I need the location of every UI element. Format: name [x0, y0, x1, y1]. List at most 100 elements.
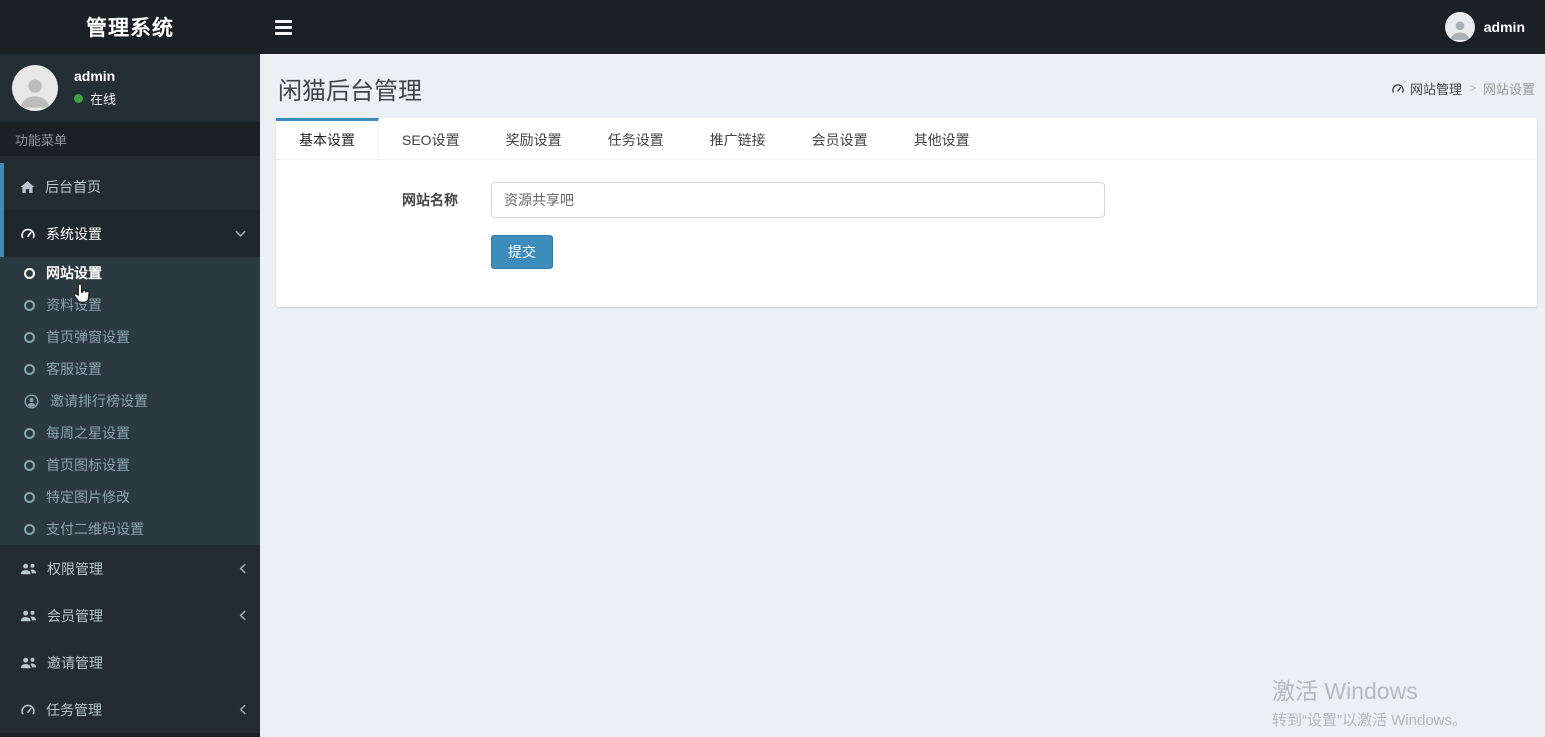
windows-activation-watermark: 激活 Windows 转到“设置”以激活 Windows。: [1272, 672, 1467, 730]
circle-icon: [24, 459, 35, 471]
person-icon: [20, 79, 50, 108]
submenu-item-invite-ranking-settings[interactable]: 邀请排行榜设置: [0, 385, 260, 417]
system-settings-submenu: 网站设置 资料设置 首页弹窗设置 客服设置 邀请排行榜设置 每周之星设置 首页图…: [0, 257, 260, 545]
site-name-input[interactable]: [491, 182, 1105, 218]
submit-button[interactable]: 提交: [491, 235, 553, 269]
tab-task-settings[interactable]: 任务设置: [585, 118, 687, 159]
menu-section-header: 功能菜单: [0, 122, 260, 156]
circle-icon: [24, 331, 35, 343]
settings-card: 基本设置 SEO设置 奖励设置 任务设置 推广链接 会员设置 其他设置 网站名称…: [276, 118, 1537, 307]
sidebar-item-permission-management[interactable]: 权限管理: [0, 545, 260, 592]
submenu-item-specific-image-edit[interactable]: 特定图片修改: [0, 481, 260, 513]
user-status: 在线: [74, 89, 116, 108]
tab-other-settings[interactable]: 其他设置: [891, 118, 993, 159]
sidebar-item-label: 任务管理: [46, 701, 102, 718]
sidebar-item-label: 权限管理: [47, 560, 103, 577]
chevron-down-icon: [235, 230, 246, 238]
breadcrumb-separator: >: [1468, 81, 1476, 95]
sidebar-item-label: 邀请管理: [47, 654, 103, 671]
person-icon: [1450, 21, 1469, 40]
submenu-item-site-settings[interactable]: 网站设置: [0, 257, 260, 289]
watermark-subtitle: 转到“设置”以激活 Windows。: [1272, 712, 1468, 729]
sidebar-item-member-management[interactable]: 会员管理: [0, 592, 260, 639]
circle-icon: [24, 363, 35, 375]
submenu-item-label: 首页弹窗设置: [46, 329, 130, 345]
submenu-item-customer-service-settings[interactable]: 客服设置: [0, 353, 260, 385]
breadcrumb-current: 网站设置: [1482, 81, 1535, 97]
submenu-item-home-icon-settings[interactable]: 首页图标设置: [0, 449, 260, 481]
sidebar-item-label: 会员管理: [47, 607, 103, 624]
sidebar-item-label: 系统设置: [46, 225, 102, 242]
submenu-item-label: 邀请排行榜设置: [50, 393, 148, 409]
tab-seo-settings[interactable]: SEO设置: [379, 118, 483, 159]
sidebar-user-panel: admin 在线: [0, 54, 260, 122]
sidebar-item-system-settings[interactable]: 系统设置: [0, 210, 260, 257]
dashboard-icon: [1392, 83, 1404, 93]
submenu-item-profile-settings[interactable]: 资料设置: [0, 289, 260, 321]
users-icon: [20, 610, 37, 621]
submenu-item-weekly-star-settings[interactable]: 每周之星设置: [0, 417, 260, 449]
user-menu[interactable]: admin: [1425, 0, 1545, 54]
site-name-form-row: 网站名称: [276, 182, 1537, 218]
dashboard-icon: [21, 228, 35, 239]
user-avatar-icon: [1444, 12, 1475, 42]
breadcrumb-parent-label: 网站管理: [1409, 81, 1462, 97]
sidebar-toggle-button[interactable]: [260, 0, 306, 54]
circle-icon: [24, 491, 35, 503]
tab-basic-settings[interactable]: 基本设置: [276, 118, 379, 159]
circle-icon: [24, 267, 35, 279]
sidebar-menu: 后台首页 系统设置 网站设置 资料设置 首页弹窗设置 客服设置 邀请排行榜设置 …: [0, 156, 260, 733]
sidebar-username: admin: [74, 68, 116, 84]
topbar: 管理系统 admin: [0, 0, 1545, 54]
hamburger-icon: [274, 31, 292, 35]
circle-icon: [24, 299, 35, 311]
users-icon: [20, 657, 37, 668]
app-title: 管理系统: [86, 17, 174, 40]
sidebar-item-home[interactable]: 后台首页: [0, 163, 260, 210]
chevron-left-icon: [239, 704, 246, 715]
sidebar-footer-strip: [0, 733, 260, 737]
sidebar-avatar-icon: [12, 65, 58, 111]
users-icon: [20, 563, 37, 574]
submenu-item-label: 网站设置: [46, 265, 102, 281]
settings-tabbar: 基本设置 SEO设置 奖励设置 任务设置 推广链接 会员设置 其他设置: [276, 118, 1537, 160]
submenu-item-payment-qrcode-settings[interactable]: 支付二维码设置: [0, 513, 260, 545]
sidebar-item-label: 后台首页: [45, 178, 101, 195]
submenu-item-label: 支付二维码设置: [46, 521, 144, 537]
online-status-label: 在线: [90, 92, 117, 107]
topbar-username: admin: [1483, 19, 1525, 35]
hamburger-icon: [274, 25, 292, 29]
page-title: 闲猫后台管理: [278, 77, 422, 105]
breadcrumb: 网站管理 > 网站设置: [1391, 79, 1535, 98]
submenu-item-label: 每周之星设置: [46, 425, 130, 441]
submenu-item-label: 资料设置: [46, 297, 102, 313]
content-header: 闲猫后台管理 网站管理 > 网站设置: [260, 54, 1545, 118]
home-icon: [20, 180, 35, 193]
tab-reward-settings[interactable]: 奖励设置: [483, 118, 585, 159]
chevron-left-icon: [239, 610, 246, 621]
sidebar-user-meta: admin 在线: [74, 68, 116, 108]
breadcrumb-parent-link[interactable]: 网站管理: [1391, 79, 1462, 98]
submenu-item-label: 首页图标设置: [46, 457, 130, 473]
tab-member-settings[interactable]: 会员设置: [789, 118, 891, 159]
circle-icon: [24, 427, 35, 439]
user-circle-icon: [24, 394, 39, 408]
submenu-item-home-popup-settings[interactable]: 首页弹窗设置: [0, 321, 260, 353]
watermark-title: 激活 Windows: [1272, 678, 1418, 704]
sidebar-item-invite-management[interactable]: 邀请管理: [0, 639, 260, 686]
submenu-item-label: 特定图片修改: [46, 489, 130, 505]
sidebar-item-task-management[interactable]: 任务管理: [0, 686, 260, 733]
submenu-item-label: 客服设置: [46, 361, 102, 377]
chevron-left-icon: [239, 563, 246, 574]
sidebar: admin 在线 功能菜单 后台首页 系统设置 网站设置 资料设置 首页弹窗设置…: [0, 54, 260, 737]
online-status-icon: [74, 94, 83, 103]
hamburger-icon: [274, 19, 292, 23]
dashboard-icon: [21, 704, 35, 715]
app-logo[interactable]: 管理系统: [0, 0, 260, 54]
submit-row: 提交: [491, 235, 1537, 269]
main-content: 闲猫后台管理 网站管理 > 网站设置 基本设置 SEO设置 奖励设置 任务设置 …: [260, 54, 1545, 737]
tab-promotion-link[interactable]: 推广链接: [687, 118, 789, 159]
site-name-label: 网站名称: [402, 192, 458, 208]
circle-icon: [24, 523, 35, 535]
